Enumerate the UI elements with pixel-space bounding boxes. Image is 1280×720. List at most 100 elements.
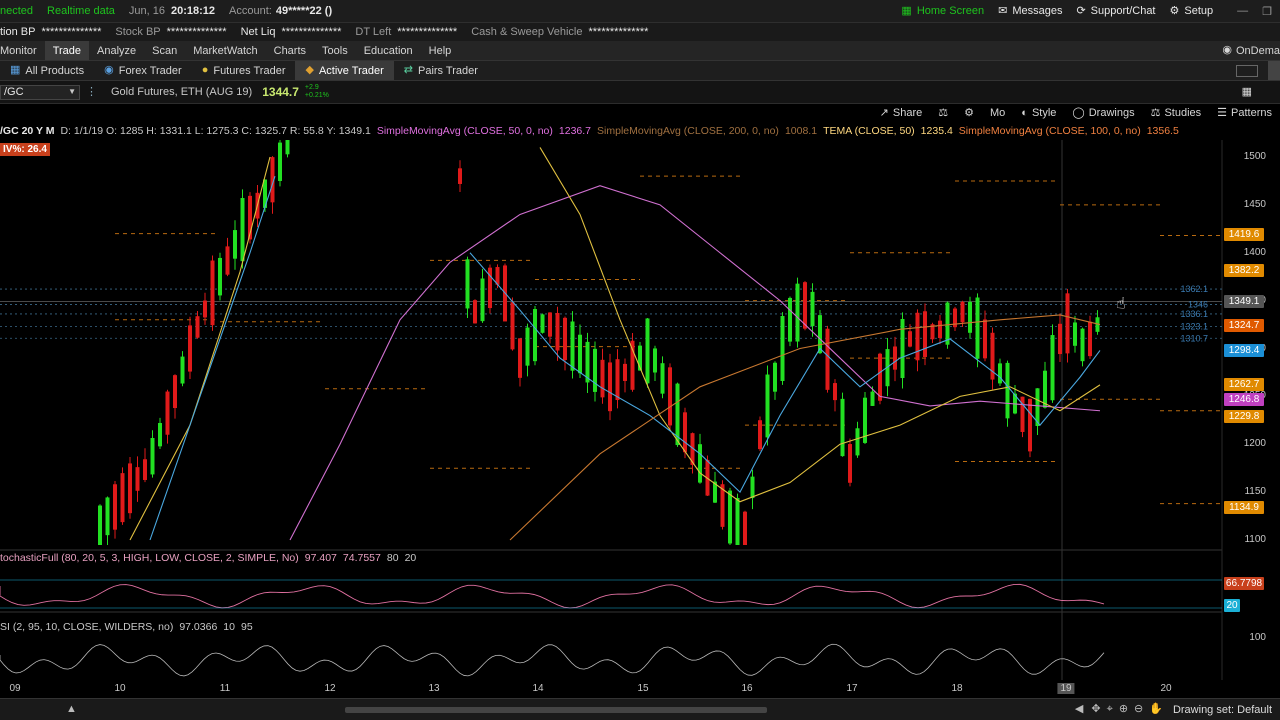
zoom-in-icon[interactable]: ⊕: [1119, 704, 1128, 715]
horizontal-scrollbar[interactable]: [344, 706, 767, 713]
sidebar-scrollbar[interactable]: [1268, 61, 1280, 80]
menu-analyze[interactable]: Analyze: [89, 41, 144, 60]
guide-level-label: 1323.1: [1180, 321, 1208, 331]
grid-layout-icon[interactable]: ▦: [1242, 86, 1252, 98]
aggregation-button[interactable]: Mo: [990, 107, 1005, 119]
share-icon: ↗: [879, 106, 889, 119]
minimize-icon[interactable]: —: [1237, 5, 1248, 17]
symbol-description: Gold Futures, ETH (AUG 19): [111, 86, 253, 98]
studies-button[interactable]: ⚖ Studies: [1151, 107, 1202, 119]
candle-body: [540, 314, 545, 333]
hand-icon[interactable]: ✋: [1149, 704, 1163, 715]
menu-monitor[interactable]: Monitor: [0, 41, 45, 60]
candle-body: [735, 497, 740, 545]
time-tick-label: 16: [741, 683, 753, 694]
candle-body: [780, 315, 785, 382]
tab-active-trader[interactable]: ◆ Active Trader: [295, 61, 394, 80]
candle-body: [240, 198, 245, 262]
candle-body: [900, 318, 905, 379]
chart-period[interactable]: /GC 20 Y M: [0, 125, 54, 137]
rsi-line: [0, 643, 1105, 677]
share-button[interactable]: ↗ Share: [880, 107, 923, 119]
rsi-label[interactable]: SI (2, 95, 10, CLOSE, WILDERS, no): [0, 621, 173, 635]
setup-label: Setup: [1184, 5, 1214, 17]
studies-icon: ⚖: [1150, 106, 1161, 119]
layout-toggle-icon[interactable]: [1236, 64, 1258, 77]
candle-body: [1043, 370, 1047, 408]
price-tag: 1382.2: [1224, 263, 1264, 277]
price-chart[interactable]: 1362.113461336.11323.11310.7☝: [0, 140, 1280, 698]
tema-label[interactable]: TEMA (CLOSE, 50): [823, 125, 915, 137]
menu-marketwatch[interactable]: MarketWatch: [185, 41, 265, 60]
candle-body: [1065, 293, 1070, 354]
candle-body: [135, 467, 140, 491]
tab-pairs-trader-label: Pairs Trader: [417, 64, 478, 77]
sma100-label[interactable]: SimpleMovingAvg (CLOSE, 100, 0, no): [959, 125, 1141, 137]
candle-body: [608, 362, 612, 412]
price-tag: 1324.7: [1224, 318, 1264, 332]
candle-body: [555, 312, 560, 351]
drawing-set-label[interactable]: Drawing set: Default: [1173, 704, 1272, 716]
symbol-selector[interactable]: /GC ▼: [0, 84, 80, 100]
collapse-icon[interactable]: ▲: [66, 704, 77, 715]
crosshair-icon[interactable]: ⌖: [1107, 704, 1113, 715]
candle-body: [1088, 321, 1092, 357]
style-button[interactable]: ◐ Style: [1021, 107, 1056, 119]
time-tick-label: 17: [846, 683, 858, 694]
candle-body: [278, 142, 282, 181]
menu-help[interactable]: Help: [421, 41, 460, 60]
mouse-cursor-icon: ☝: [1116, 294, 1126, 313]
patterns-button[interactable]: ☰ Patterns: [1217, 107, 1272, 119]
home-screen-button[interactable]: ▦ Home Screen: [901, 5, 984, 17]
menu-tools[interactable]: Tools: [314, 41, 356, 60]
time-tick-label: 11: [219, 683, 231, 694]
time-tick-label: 09: [9, 683, 21, 694]
study-legend: /GC 20 Y M D: 1/1/19 O: 1285 H: 1331.1 L…: [0, 122, 1280, 140]
cash-sweep-label: Cash & Sweep Vehicle: [471, 26, 583, 38]
tab-pairs-trader[interactable]: ⇄ Pairs Trader: [394, 61, 488, 80]
ondemand-button[interactable]: ◉ OnDema: [1214, 41, 1280, 60]
candle-body: [998, 363, 1002, 384]
pan-icon[interactable]: ✥: [1091, 704, 1100, 715]
candle-body: [480, 278, 485, 322]
symbol-input: /GC: [4, 86, 24, 98]
candle-body: [600, 359, 605, 398]
rsi-axis-label: 100: [1249, 632, 1266, 643]
tab-futures-trader[interactable]: ● Futures Trader: [192, 61, 296, 80]
price-tag: 1419.6: [1224, 227, 1264, 241]
futures-icon: ●: [201, 64, 209, 76]
drawings-button[interactable]: ◯ Drawings: [1072, 107, 1134, 119]
sma200-label[interactable]: SimpleMovingAvg (CLOSE, 200, 0, no): [597, 125, 779, 137]
menu-scan[interactable]: Scan: [144, 41, 185, 60]
home-screen-icon: ▦: [901, 4, 912, 17]
candle-body: [225, 246, 230, 275]
candle-body: [578, 334, 582, 374]
stochastic-tag-top: 66.7798: [1224, 577, 1264, 590]
option-bp-label: tion BP: [0, 26, 36, 38]
flask-icon[interactable]: ⚖: [938, 107, 948, 119]
menu-education[interactable]: Education: [356, 41, 421, 60]
zoom-out-icon[interactable]: ⊖: [1134, 704, 1143, 715]
messages-label: Messages: [1012, 5, 1063, 17]
tab-forex-trader[interactable]: ◉ Forex Trader: [94, 61, 192, 80]
stochastic-label[interactable]: tochasticFull (80, 20, 5, 3, HIGH, LOW, …: [0, 552, 299, 566]
menu-trade[interactable]: Trade: [44, 41, 90, 60]
candle-body: [773, 362, 777, 392]
setup-button[interactable]: ⚙ Setup: [1170, 5, 1214, 17]
chart-settings-gear-icon[interactable]: ⚙: [964, 107, 974, 119]
support-chat-button[interactable]: ⟳ Support/Chat: [1076, 5, 1155, 17]
restore-icon[interactable]: ❐: [1262, 5, 1272, 18]
candle-body: [870, 391, 875, 406]
scroll-left-icon[interactable]: ◀: [1075, 704, 1083, 715]
candle-body: [510, 302, 515, 350]
messages-button[interactable]: ✉ Messages: [998, 5, 1062, 17]
candle-body: [570, 321, 575, 371]
rsi-v2: 10: [223, 621, 235, 633]
tab-all-products[interactable]: ▦ All Products: [0, 61, 94, 80]
sma200-value: 1008.1: [784, 125, 818, 137]
symbol-menu-icon[interactable]: ⋮: [86, 86, 97, 98]
menu-charts[interactable]: Charts: [266, 41, 314, 60]
account-value[interactable]: 49*****22 (): [276, 5, 332, 17]
candle-body: [233, 230, 237, 259]
sma50-label[interactable]: SimpleMovingAvg (CLOSE, 50, 0, no): [377, 125, 553, 137]
